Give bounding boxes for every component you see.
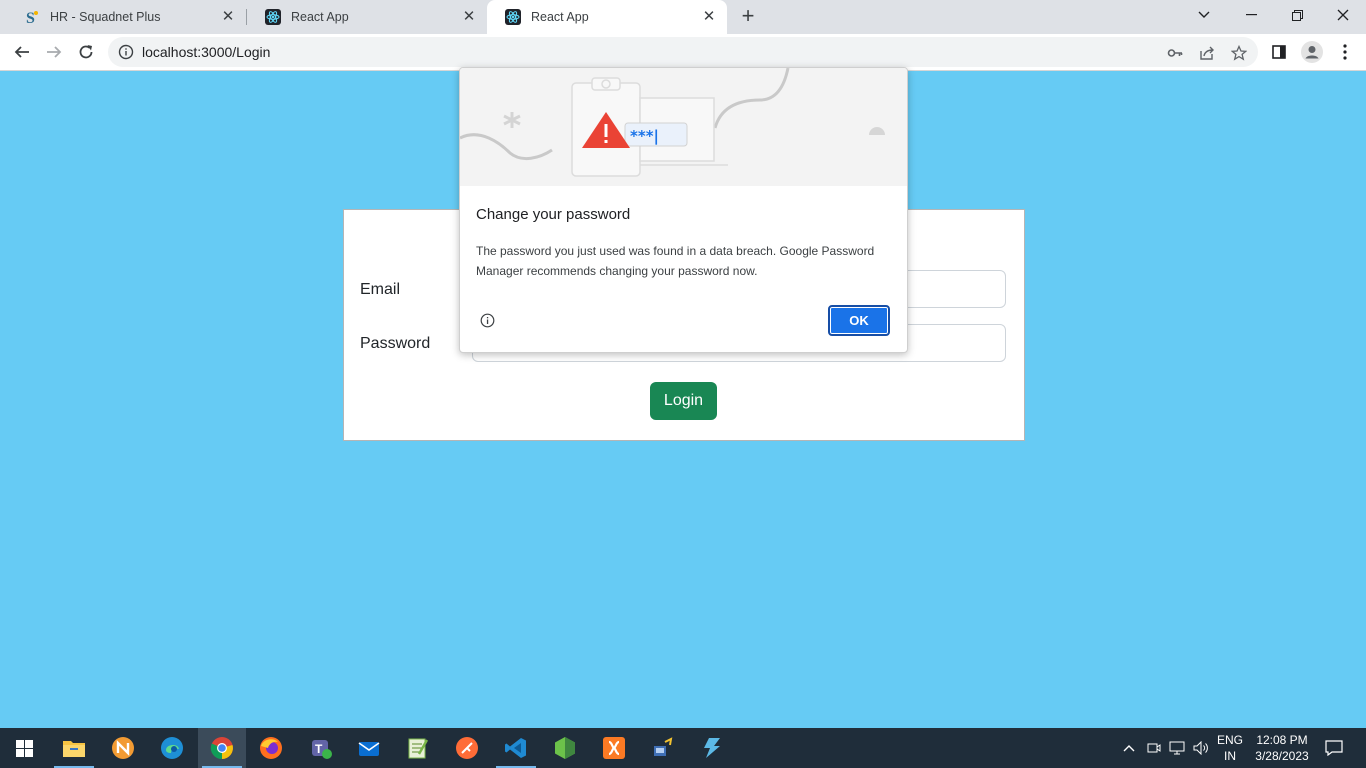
- new-tab-button[interactable]: +: [737, 5, 759, 28]
- network-tool-icon[interactable]: [639, 728, 687, 768]
- region-code: IN: [1224, 749, 1236, 763]
- more-menu-icon[interactable]: [1333, 40, 1357, 64]
- node-icon[interactable]: [541, 728, 589, 768]
- password-label: Password: [360, 335, 431, 352]
- site-info-icon[interactable]: [118, 44, 134, 65]
- squadnet-s-icon: S: [24, 9, 40, 25]
- n-app-icon[interactable]: [99, 728, 147, 768]
- tab-strip: S HR - Squadnet Plus ✕ React App ✕ React…: [0, 0, 1366, 34]
- bookmark-star-icon[interactable]: [1230, 44, 1248, 62]
- password-breach-illustration: ***|: [460, 68, 907, 186]
- windows-taskbar: T ENG IN 12:08 PM 3/28/2023: [0, 728, 1366, 768]
- share-icon[interactable]: [1198, 44, 1216, 62]
- forward-arrow-icon[interactable]: [42, 40, 66, 64]
- tab-react-app-1[interactable]: React App ✕: [247, 0, 487, 34]
- vscode-icon[interactable]: [492, 728, 540, 768]
- back-arrow-icon[interactable]: [10, 40, 34, 64]
- restore-icon[interactable]: [1274, 0, 1320, 30]
- notepad-plus-icon[interactable]: [394, 728, 442, 768]
- react-icon: [505, 9, 521, 25]
- volume-icon[interactable]: [1190, 728, 1212, 768]
- notification-center-icon[interactable]: [1320, 728, 1348, 768]
- tab-hr-squadnet[interactable]: S HR - Squadnet Plus ✕: [6, 0, 246, 34]
- network-icon[interactable]: [1166, 728, 1188, 768]
- language-code: ENG: [1216, 733, 1243, 747]
- mail-icon[interactable]: [345, 728, 393, 768]
- firefox-icon[interactable]: [247, 728, 295, 768]
- profile-avatar-icon[interactable]: [1300, 40, 1324, 64]
- svg-text:S: S: [26, 10, 35, 25]
- clock[interactable]: 12:08 PM 3/28/2023: [1250, 728, 1314, 768]
- url-text: localhost:3000/Login: [142, 44, 271, 60]
- teams-icon[interactable]: T: [296, 728, 344, 768]
- browser-toolbar: localhost:3000/Login: [0, 34, 1366, 71]
- tab-search-chevron-icon[interactable]: [1181, 0, 1227, 30]
- info-icon[interactable]: [480, 313, 495, 333]
- file-explorer-icon[interactable]: [50, 728, 98, 768]
- svg-text:T: T: [315, 742, 323, 756]
- windows-start-icon[interactable]: [0, 728, 48, 768]
- edge-icon[interactable]: [148, 728, 196, 768]
- tab-react-app-2[interactable]: React App ✕: [487, 0, 727, 34]
- reload-icon[interactable]: [74, 40, 98, 64]
- chrome-icon[interactable]: [198, 728, 246, 768]
- dialog-title: Change your password: [476, 206, 631, 223]
- ok-button[interactable]: OK: [828, 305, 890, 336]
- bolt-app-icon[interactable]: [688, 728, 736, 768]
- clock-time: 12:08 PM: [1256, 733, 1308, 747]
- tab-title: React App: [531, 10, 589, 24]
- email-label: Email: [360, 281, 401, 298]
- close-tab-icon[interactable]: ✕: [220, 9, 236, 25]
- tab-title: HR - Squadnet Plus: [50, 10, 161, 24]
- meet-now-icon[interactable]: [1144, 728, 1164, 768]
- change-password-dialog: ***| Change your password The password y…: [459, 67, 908, 353]
- close-window-icon[interactable]: [1320, 0, 1366, 30]
- masked-password-text: ***|: [630, 127, 659, 146]
- react-icon: [265, 9, 281, 25]
- dialog-message: The password you just used was found in …: [476, 244, 875, 278]
- side-panel-icon[interactable]: [1267, 40, 1291, 64]
- close-tab-icon[interactable]: ✕: [461, 9, 477, 25]
- login-button[interactable]: Login: [650, 382, 717, 420]
- tab-title: React App: [291, 10, 349, 24]
- xampp-icon[interactable]: [590, 728, 638, 768]
- close-tab-icon[interactable]: ✕: [701, 9, 717, 25]
- language-indicator[interactable]: ENG IN: [1214, 728, 1246, 768]
- minimize-icon[interactable]: [1228, 0, 1274, 30]
- clock-date: 3/28/2023: [1255, 749, 1309, 763]
- key-icon[interactable]: [1166, 44, 1184, 62]
- show-hidden-icons-chevron-icon[interactable]: [1119, 728, 1139, 768]
- postman-icon[interactable]: [443, 728, 491, 768]
- address-bar[interactable]: localhost:3000/Login: [108, 37, 1258, 67]
